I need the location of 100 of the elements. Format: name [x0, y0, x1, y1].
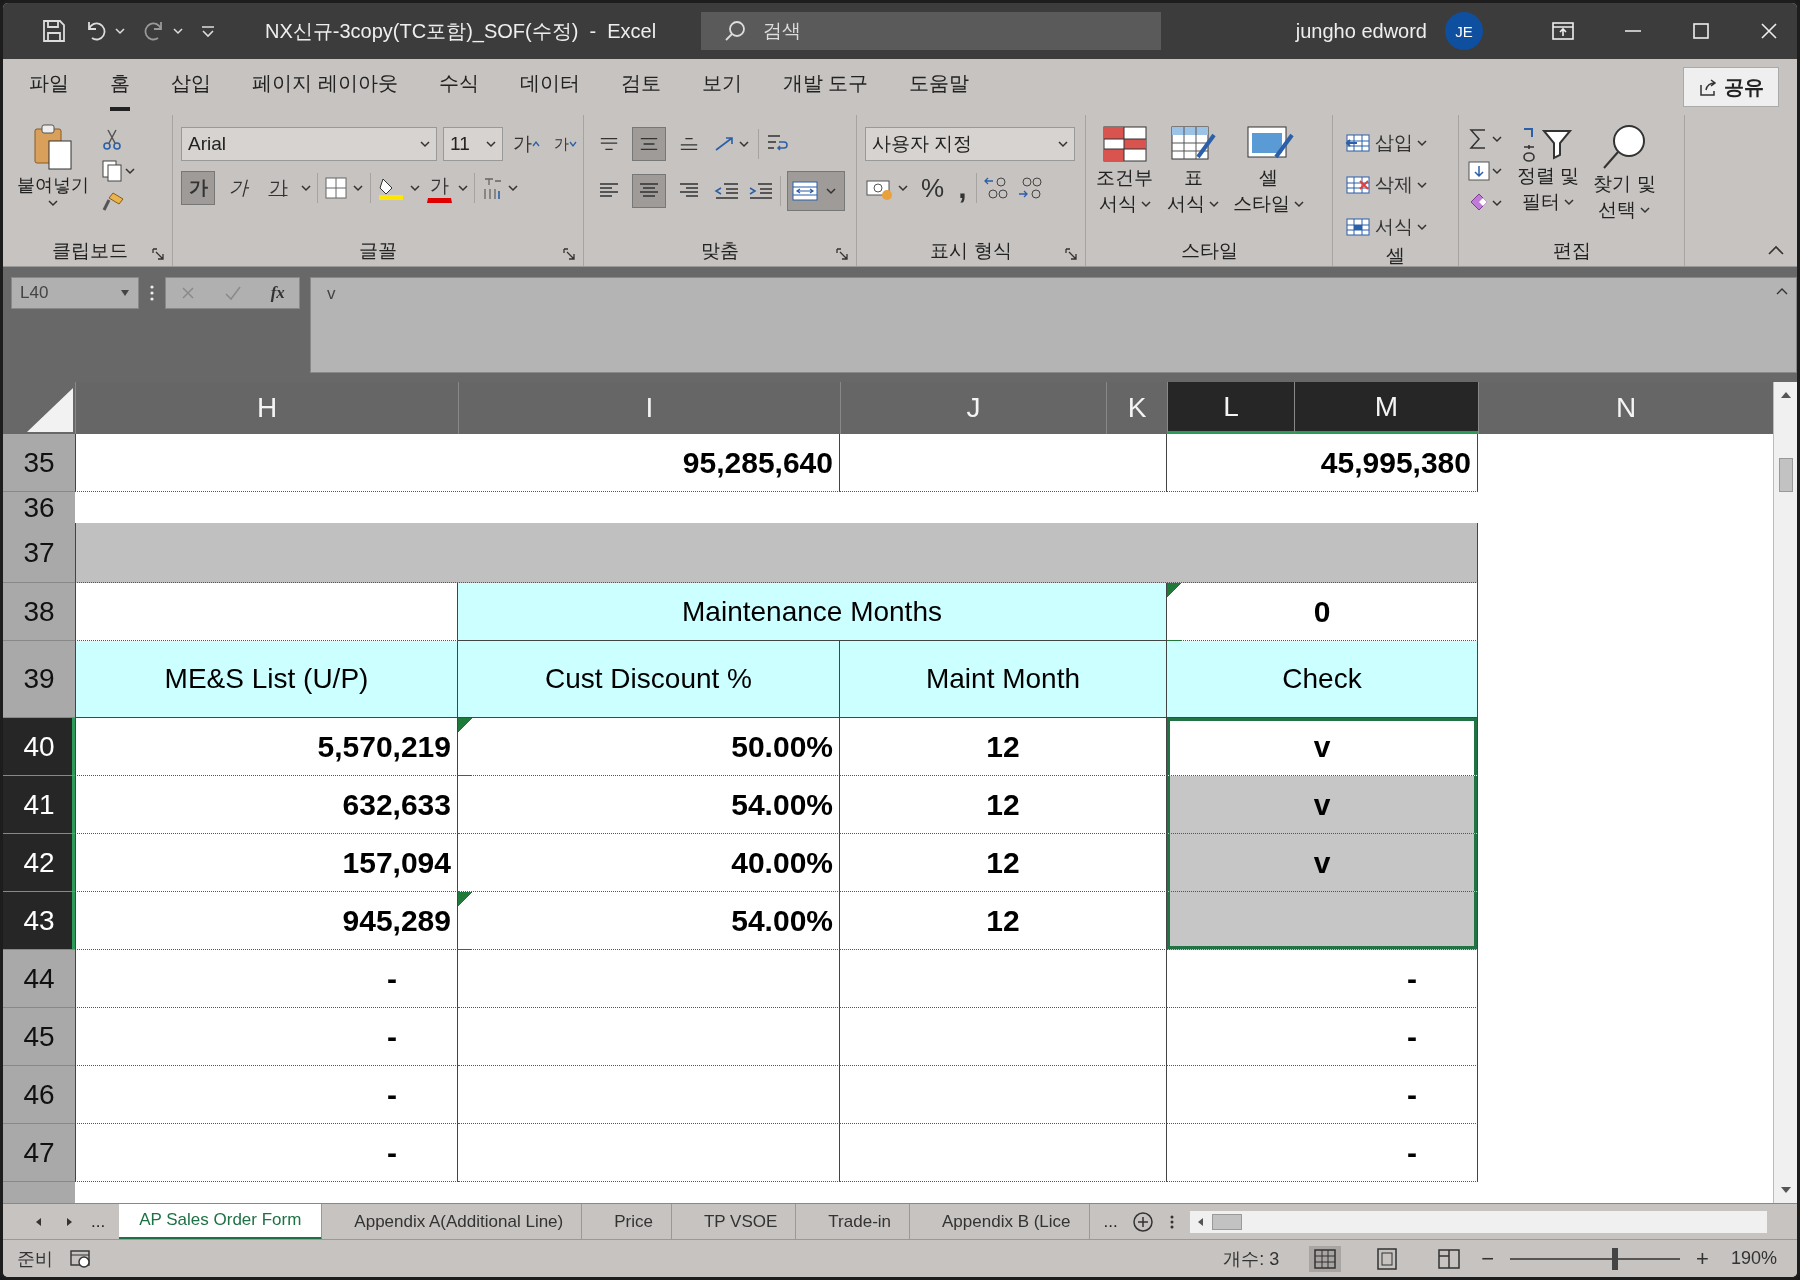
cells-button[interactable]: 삽입	[1341, 127, 1431, 159]
font-color-button[interactable]: 가	[427, 173, 452, 203]
row-header[interactable]: 36	[3, 492, 75, 525]
table-cell[interactable]: 54.00%	[458, 776, 840, 834]
launcher-icon[interactable]	[152, 248, 164, 260]
horizontal-align-button[interactable]	[632, 174, 666, 208]
menu-tab[interactable]: 보기	[701, 63, 742, 111]
table-cell[interactable]	[1167, 892, 1478, 950]
table-cell[interactable]: 12	[840, 892, 1167, 950]
table-cell[interactable]	[458, 950, 840, 1008]
close-icon[interactable]	[1759, 21, 1779, 41]
table-cell[interactable]: -	[1167, 950, 1478, 1008]
table-cell[interactable]	[840, 434, 1167, 492]
row-header[interactable]: 42	[3, 834, 75, 892]
insert-function-button[interactable]: fx	[270, 283, 285, 303]
horizontal-scrollbar[interactable]	[1189, 1210, 1767, 1233]
more-sheets-button[interactable]: ...	[1103, 1211, 1118, 1232]
style-button[interactable]: 표 서식	[1165, 119, 1221, 221]
table-cell[interactable]: 945,289	[75, 892, 458, 950]
table-cell[interactable]: -	[1167, 1008, 1478, 1066]
user-name[interactable]: jungho edword	[1295, 19, 1427, 43]
row-header[interactable]: 46	[3, 1066, 75, 1124]
table-cell[interactable]: Maintenance Months	[458, 583, 1167, 641]
table-cell[interactable]: Maint Month	[840, 641, 1167, 718]
table-cell[interactable]: -	[75, 950, 458, 1008]
scroll-thumb[interactable]	[1211, 1213, 1242, 1230]
menu-tab[interactable]: 도움말	[909, 63, 970, 111]
decrease-indent-icon[interactable]	[712, 180, 740, 202]
table-cell[interactable]: 157,094	[75, 834, 458, 892]
font-name-dropdown[interactable]: Arial	[181, 127, 437, 161]
row-header[interactable]: 45	[3, 1008, 75, 1066]
phonetic-icon[interactable]	[481, 175, 521, 201]
maximize-icon[interactable]	[1691, 21, 1711, 41]
table-cell[interactable]	[75, 583, 458, 641]
table-cell[interactable]: Check	[1167, 641, 1478, 718]
table-cell[interactable]	[75, 523, 1478, 583]
table-cell[interactable]: 45,995,380	[1167, 434, 1478, 492]
column-header[interactable]: L	[1167, 382, 1294, 434]
save-icon[interactable]	[41, 18, 67, 44]
table-cell[interactable]	[840, 1008, 1167, 1066]
style-button[interactable]: 조건부 서식	[1094, 119, 1155, 221]
menu-tab[interactable]: 데이터	[519, 63, 580, 111]
table-cell[interactable]: 54.00%	[458, 892, 840, 950]
cells-button[interactable]: 서식	[1341, 211, 1431, 243]
ribbon-display-icon[interactable]	[1551, 21, 1575, 41]
zoom-in-button[interactable]: +	[1696, 1245, 1709, 1272]
row-header[interactable]: 47	[3, 1124, 75, 1182]
menu-tab[interactable]: 파일	[29, 63, 69, 111]
table-cell[interactable]: 40.00%	[458, 834, 840, 892]
font-size-dropdown[interactable]: 11	[443, 127, 503, 161]
find-select-button[interactable]: 찾기 및 선택	[1591, 119, 1658, 227]
cut-icon[interactable]	[101, 127, 123, 151]
table-cell[interactable]	[458, 1008, 840, 1066]
expand-icon[interactable]	[1776, 286, 1788, 296]
table-cell[interactable]	[840, 950, 1167, 1008]
scroll-up-icon[interactable]	[1779, 390, 1792, 400]
row-header[interactable]: 37	[3, 523, 75, 583]
cells-button[interactable]: 삭제	[1341, 169, 1431, 201]
sort-filter-button[interactable]: 정렬 및 필터	[1515, 119, 1582, 219]
add-sheet-icon[interactable]	[1131, 1210, 1154, 1233]
scroll-thumb[interactable]	[1778, 458, 1793, 492]
table-cell[interactable]	[840, 1124, 1167, 1182]
launcher-icon[interactable]	[1065, 248, 1077, 260]
format-painter-icon[interactable]	[101, 191, 125, 213]
launcher-icon[interactable]	[563, 248, 575, 260]
name-box[interactable]: L40	[11, 277, 139, 309]
formula-field[interactable]: v	[310, 277, 1797, 373]
search-field[interactable]: 검색	[701, 12, 1161, 50]
row-header[interactable]: 38	[3, 583, 75, 641]
borders-icon[interactable]	[324, 176, 364, 200]
accessibility-icon[interactable]	[69, 1248, 93, 1269]
table-cell[interactable]: 12	[840, 718, 1167, 776]
vertical-scrollbar[interactable]	[1773, 382, 1797, 1203]
italic-button[interactable]: 가	[221, 171, 255, 205]
table-cell[interactable]: 12	[840, 776, 1167, 834]
grow-font-button[interactable]: 가	[509, 127, 544, 161]
table-cell[interactable]: -	[1167, 1124, 1478, 1182]
table-cell[interactable]: v	[1167, 718, 1478, 776]
table-cell[interactable]: 0	[1167, 583, 1478, 641]
row-header[interactable]: 35	[3, 434, 75, 492]
table-cell[interactable]: 95,285,640	[75, 434, 840, 492]
caret-icon[interactable]	[458, 184, 468, 192]
menu-tab[interactable]: 개발 도구	[782, 63, 869, 111]
row-header[interactable]: 44	[3, 950, 75, 1008]
normal-view-icon[interactable]	[1309, 1245, 1342, 1272]
table-cell[interactable]: -	[1167, 1066, 1478, 1124]
bold-button[interactable]: 가	[181, 171, 215, 205]
underline-button[interactable]: 가	[261, 171, 295, 205]
table-cell[interactable]: -	[75, 1066, 458, 1124]
menu-tab[interactable]: 검토	[620, 63, 661, 111]
column-header[interactable]: M	[1294, 382, 1478, 434]
menu-tab[interactable]: 홈	[110, 63, 130, 111]
zoom-out-button[interactable]: −	[1481, 1245, 1495, 1272]
caret-icon[interactable]	[301, 184, 311, 192]
menu-tab[interactable]: 페이지 레이아웃	[252, 63, 398, 111]
table-cell[interactable]: v	[1167, 834, 1478, 892]
row-header[interactable]: 43	[3, 892, 75, 950]
menu-tab[interactable]: 삽입	[171, 63, 211, 111]
table-cell[interactable]	[458, 1066, 840, 1124]
table-cell[interactable]: -	[75, 1124, 458, 1182]
